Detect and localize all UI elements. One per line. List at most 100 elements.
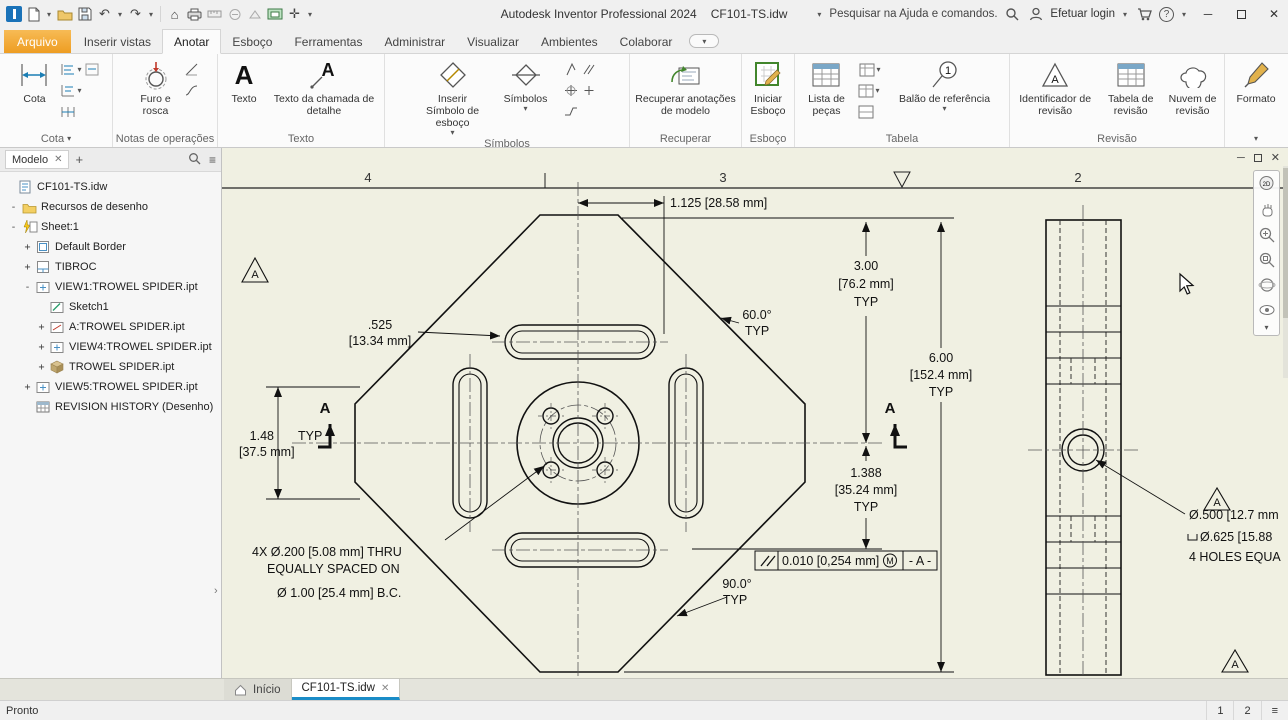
tree-item-revision-history[interactable]: REVISION HISTORY (Desenho): [0, 397, 221, 417]
home-icon[interactable]: ⌂: [165, 3, 184, 25]
expander-icon[interactable]: -: [8, 202, 19, 213]
expander-icon[interactable]: +: [22, 382, 33, 393]
browser-tab-close-icon[interactable]: ✕: [54, 154, 62, 165]
datum-target-icon[interactable]: [563, 82, 580, 99]
svg-text:Ø.500 [12.7 mm[interactable]: Ø.500 [12.7 mm: [1189, 508, 1279, 522]
section-marks[interactable]: A A: [318, 400, 907, 449]
expander-icon[interactable]: +: [36, 342, 47, 353]
tab-colaborar[interactable]: Colaborar: [609, 30, 684, 53]
general-dimension-button[interactable]: Cota: [11, 56, 57, 106]
section-label-left[interactable]: A: [320, 400, 331, 417]
new-file-icon[interactable]: [24, 3, 43, 25]
bend-note-icon[interactable]: [184, 82, 201, 99]
expander-icon[interactable]: -: [22, 282, 33, 293]
symbols-button[interactable]: Símbolos ▾: [497, 56, 555, 114]
svg-text:[152.4 mm][interactable]: [152.4 mm]: [910, 368, 973, 382]
tree-item-document[interactable]: CF101-TS.idw: [0, 177, 221, 197]
navigation-wheel-icon[interactable]: 2D: [1256, 174, 1277, 195]
tree-item-sketch1[interactable]: Sketch1: [0, 297, 221, 317]
expander-icon[interactable]: +: [36, 362, 47, 373]
datum-identifier-icon[interactable]: [581, 82, 598, 99]
side-view[interactable]: [1028, 205, 1139, 678]
svg-text:.525[interactable]: .525: [368, 318, 392, 332]
text-button[interactable]: A Texto: [222, 56, 266, 106]
print-icon[interactable]: [185, 3, 204, 25]
datum-triangle-side-1[interactable]: A: [1203, 486, 1231, 511]
browser-menu-icon[interactable]: ≡: [209, 153, 216, 167]
maximize-button[interactable]: [1227, 1, 1255, 27]
browser-tab-modelo[interactable]: Modelo ✕: [5, 150, 70, 169]
tree-item-view4[interactable]: + VIEW4:TROWEL SPIDER.ipt: [0, 337, 221, 357]
revision-cloud-button[interactable]: Nuvem de revisão: [1164, 56, 1221, 118]
svg-text:60.0°[interactable]: 60.0°: [742, 308, 771, 322]
tree-item-section-view-a[interactable]: + A:TROWEL SPIDER.ipt: [0, 317, 221, 337]
leader-text-button[interactable]: A Texto da chamada de detalhe: [268, 56, 380, 118]
expander-icon[interactable]: +: [36, 322, 47, 333]
svg-text:90.0°[interactable]: 90.0°: [722, 577, 751, 591]
login-caret[interactable]: ▾: [1120, 10, 1130, 19]
open-file-icon[interactable]: [55, 3, 74, 25]
orbit-icon[interactable]: [1256, 274, 1277, 295]
capture-icon[interactable]: [265, 3, 284, 25]
pan-hand-icon[interactable]: [1256, 199, 1277, 220]
svg-text:Ø 1.00 [25.4 mm] B.C.[interactable]: Ø 1.00 [25.4 mm] B.C.: [277, 586, 401, 600]
feature-control-frame[interactable]: 0.010 [0,254 mm] M - A -: [754, 550, 938, 571]
arrange-dimension-icon[interactable]: [84, 61, 101, 78]
tab-administrar[interactable]: Administrar: [373, 30, 456, 53]
save-icon[interactable]: [75, 3, 94, 25]
dimension-300[interactable]: 3.00 [76.2 mm] TYP: [622, 217, 954, 443]
general-table-caret[interactable]: ▾: [875, 86, 879, 95]
expander-icon[interactable]: +: [22, 242, 33, 253]
ribbon-display-toggle[interactable]: ▾: [689, 34, 720, 48]
svg-text:TYP[interactable]: TYP: [854, 295, 878, 309]
redo-caret[interactable]: ▾: [146, 10, 156, 19]
tree-item-title-block[interactable]: + TIBROC: [0, 257, 221, 277]
drawing-sheet[interactable]: 4 3 2 1.125 [28.58 mm] 3.00 [76.2 mm] TY…: [222, 148, 1288, 678]
svg-text:[37.5 mm][interactable]: [37.5 mm]: [239, 445, 295, 459]
svg-text:[35.24 mm][interactable]: [35.24 mm]: [835, 483, 898, 497]
panel-formato-flyout-caret[interactable]: ▾: [1254, 135, 1258, 143]
status-menu-icon[interactable]: ≡: [1260, 701, 1288, 720]
svg-text:[76.2 mm][interactable]: [76.2 mm]: [838, 277, 894, 291]
sheet-number-1[interactable]: 1: [1206, 701, 1233, 720]
doc-tab-close-icon[interactable]: ✕: [381, 683, 389, 694]
svg-text:TYP[interactable]: TYP: [929, 385, 953, 399]
symbols-caret[interactable]: ▾: [523, 105, 527, 113]
revision-tag-button[interactable]: A Identificador de revisão: [1013, 56, 1097, 118]
login-button[interactable]: Efetuar login: [1050, 8, 1115, 20]
chain-dimension-icon[interactable]: [59, 103, 76, 120]
svg-text:TYP[interactable]: TYP: [298, 429, 322, 443]
canvas-scrollbar[interactable]: [1283, 166, 1288, 378]
section-label-right[interactable]: A: [885, 400, 896, 417]
expander-icon[interactable]: -: [8, 222, 19, 233]
start-sketch-button[interactable]: Iniciar Esboço: [745, 56, 791, 118]
tab-visualizar[interactable]: Visualizar: [456, 30, 530, 53]
dim-label[interactable]: 1.125 [28.58 mm]: [670, 196, 767, 210]
hole-table-caret[interactable]: ▾: [876, 65, 880, 74]
main-view[interactable]: [292, 182, 882, 678]
tree-item-part[interactable]: + TROWEL SPIDER.ipt: [0, 357, 221, 377]
tree-item-sheet1[interactable]: - Sheet:1: [0, 217, 221, 237]
browser-search-icon[interactable]: [188, 152, 201, 168]
zoom-window-icon[interactable]: [1256, 249, 1277, 270]
user-icon[interactable]: [1026, 3, 1045, 25]
svg-text:EQUALLY SPACED ON[interactable]: EQUALLY SPACED ON: [267, 562, 400, 576]
doc-minimize-icon[interactable]: ─: [1237, 152, 1245, 164]
insert-sketch-symbol-button[interactable]: Inserir Símbolo de esboço ▾: [417, 56, 489, 138]
tab-arquivo[interactable]: Arquivo: [4, 30, 71, 53]
format-button[interactable]: Formato: [1228, 56, 1284, 106]
add-tool-icon[interactable]: ✛: [285, 3, 304, 25]
baseline-dimension-caret[interactable]: ▾: [77, 65, 81, 74]
dimension-1388[interactable]: 1.388 [35.24 mm] TYP: [692, 446, 898, 550]
svg-text:3.00[interactable]: 3.00: [854, 259, 878, 273]
dimension-1125[interactable]: 1.125 [28.58 mm]: [578, 196, 767, 334]
redo-icon[interactable]: ↷: [126, 3, 145, 25]
general-table-icon[interactable]: [857, 82, 874, 99]
revision-table-button[interactable]: Tabela de revisão: [1101, 56, 1160, 118]
store-cart-icon[interactable]: [1135, 3, 1154, 25]
fcf-datum[interactable]: - A -: [909, 554, 931, 568]
tree-item-default-border[interactable]: + Default Border: [0, 237, 221, 257]
panel-cota-flyout-caret[interactable]: ▾: [67, 135, 71, 143]
fcf-value[interactable]: 0.010 [0,254 mm]: [782, 554, 879, 568]
undo-caret[interactable]: ▾: [115, 10, 125, 19]
